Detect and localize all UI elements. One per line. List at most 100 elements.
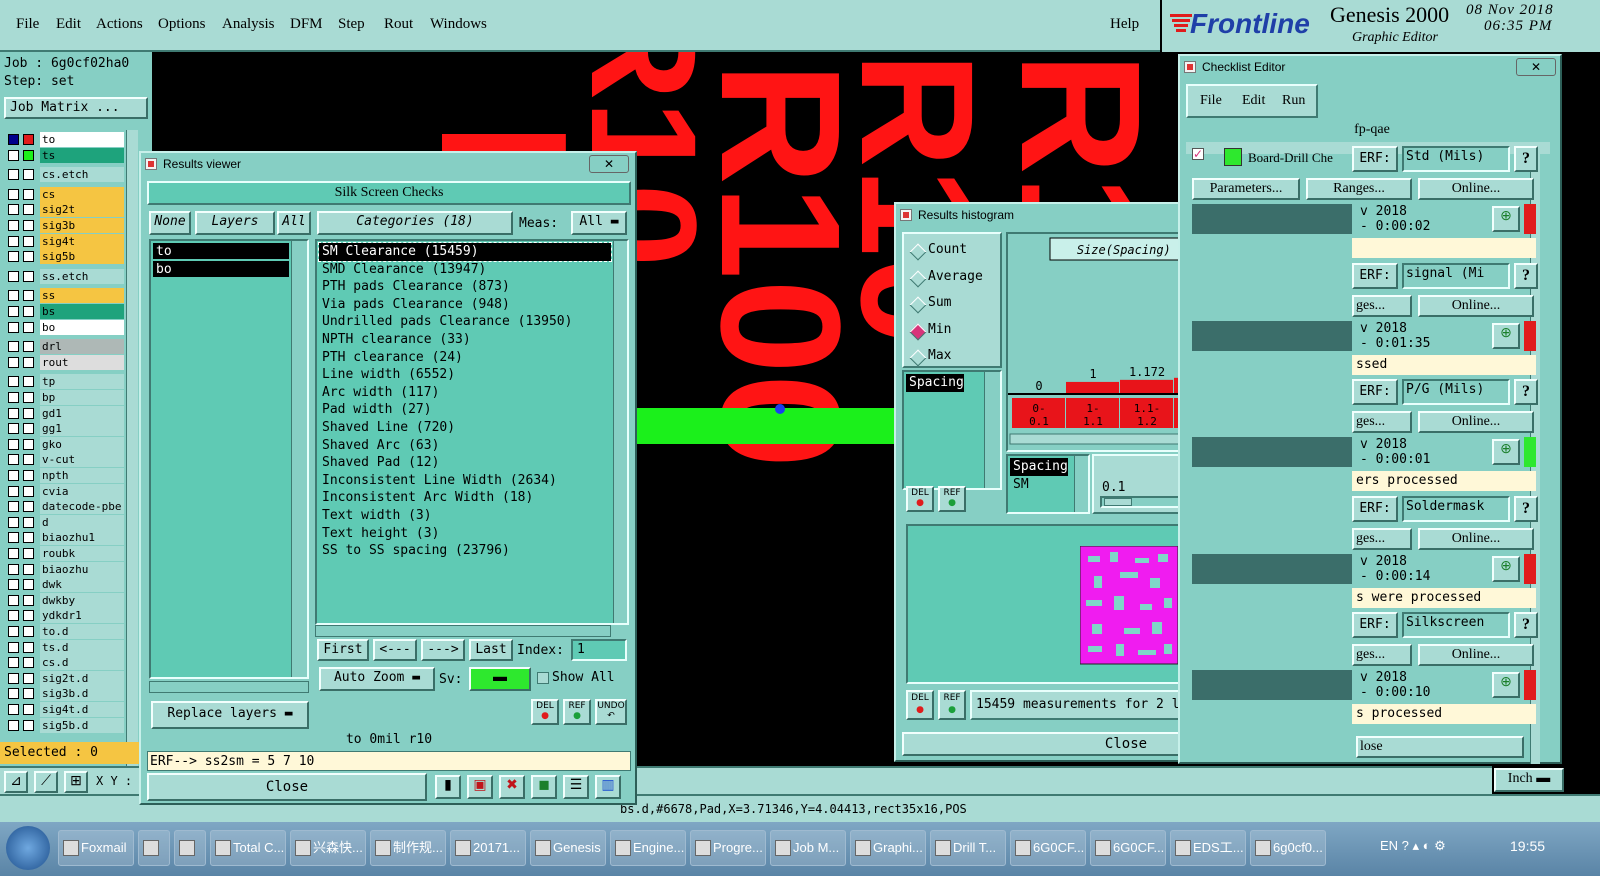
layer-display-checkbox[interactable] [23,392,34,403]
help-icon[interactable]: ? [1514,146,1538,172]
auto-zoom-select[interactable]: Auto Zoom ▬ [319,667,435,691]
close-icon[interactable]: ✕ [1516,58,1556,76]
category-item[interactable]: Undrilled pads Clearance (13950) [319,313,611,331]
layer-row[interactable]: cvia [6,483,124,499]
ranges-button[interactable]: Ranges... [1306,178,1412,200]
layer-row[interactable]: gg1 [6,421,124,437]
menu-step[interactable]: Step [338,16,365,33]
layer-affected-checkbox[interactable] [8,392,19,403]
ref-button[interactable]: REF ● [563,699,591,725]
layer-affected-checkbox[interactable] [8,149,19,161]
layer-display-checkbox[interactable] [23,321,34,333]
layer-list-scrollbar[interactable] [126,130,138,785]
erf-value[interactable]: P/G (Mils) [1402,379,1510,405]
layer-display-checkbox[interactable] [23,516,34,528]
layer-display-checkbox[interactable] [23,485,34,497]
layer-display-checkbox[interactable] [23,688,34,700]
erf-button[interactable]: ERF: [1352,495,1398,522]
category-item[interactable]: Arc width (117) [319,384,611,402]
menu-options[interactable]: Options [158,16,206,33]
layer-row[interactable]: sig3b [6,218,124,233]
layer-row[interactable]: bo [6,319,124,335]
layer-row[interactable]: v-cut [6,452,124,468]
job-matrix-button[interactable]: Job Matrix ... [4,97,148,119]
layer-row[interactable]: ts [6,147,124,163]
layer-row[interactable]: sig2t.d [6,670,124,686]
layer-display-checkbox[interactable] [23,579,34,591]
category-item[interactable]: PTH pads Clearance (873) [319,278,611,296]
layer-result-list[interactable]: to bo [149,239,309,679]
layer-display-checkbox[interactable] [23,376,34,388]
menu-dfm[interactable]: DFM [290,16,323,33]
layer-affected-checkbox[interactable] [8,169,19,181]
layer-affected-checkbox[interactable] [8,563,19,575]
layer-affected-checkbox[interactable] [8,270,19,282]
layer-affected-checkbox[interactable] [8,220,19,231]
layer-display-checkbox[interactable] [23,438,34,450]
layer-row[interactable]: npth [6,468,124,483]
layer-display-checkbox[interactable] [23,641,34,653]
category-item[interactable]: Text width (3) [319,507,611,525]
layer-affected-checkbox[interactable] [8,423,19,435]
erf-button[interactable]: ERF: [1352,379,1398,405]
parameters-button[interactable]: Parameters... [1192,178,1300,200]
layer-display-checkbox[interactable] [23,470,34,481]
taskbar-item[interactable]: 兴森快... [290,830,366,866]
help-icon[interactable]: ? [1514,612,1538,638]
taskbar-item[interactable]: Job M... [770,830,846,866]
category-list-vscroll[interactable] [613,241,627,623]
layer-affected-checkbox[interactable] [8,407,19,419]
field-list[interactable]: Spacing SM [1006,454,1090,514]
zoom-in-icon[interactable]: ⊕ [1492,206,1520,232]
index-input[interactable]: 1 [571,639,627,661]
layer-affected-checkbox[interactable] [8,290,19,302]
mode-average-radio[interactable] [909,270,927,287]
layer-affected-checkbox[interactable] [8,641,19,653]
category-item[interactable]: PTH clearance (24) [319,349,611,367]
mode-min-radio[interactable] [909,323,927,340]
layer-row[interactable]: sig4t.d [6,702,124,717]
layer-affected-checkbox[interactable] [8,321,19,333]
menu-edit[interactable]: Edit [56,16,81,33]
layer-row[interactable]: bp [6,390,124,405]
category-item[interactable]: Shaved Pad (12) [319,454,611,472]
erf-button[interactable]: ERF: [1352,262,1398,289]
layer-row[interactable]: sig5b [6,249,124,265]
layer-display-checkbox[interactable] [23,204,34,216]
category-item[interactable]: Inconsistent Line Width (2634) [319,472,611,490]
zoom-in-icon[interactable]: ⊕ [1492,555,1520,582]
layer-display-checkbox[interactable] [23,672,34,684]
category-item[interactable]: SMD Clearance (13947) [319,261,611,279]
none-button[interactable]: None [149,211,191,235]
layer-affected-checkbox[interactable] [8,516,19,528]
category-item[interactable]: SS to SS spacing (23796) [319,542,611,560]
histogram-icon[interactable]: ▥ [595,775,621,799]
layer-display-checkbox[interactable] [23,169,34,181]
layer-display-checkbox[interactable] [23,251,34,263]
layer-affected-checkbox[interactable] [8,438,19,450]
layer-row[interactable]: sig3b.d [6,686,124,702]
last-button[interactable]: Last [469,639,513,661]
layer-row[interactable]: cs.d [6,655,124,671]
layer-row[interactable]: dwk [6,577,124,593]
layer-row[interactable]: sig2t [6,202,124,218]
layer-list-hscroll[interactable] [149,681,309,693]
layer-affected-checkbox[interactable] [8,610,19,622]
layer-display-checkbox[interactable] [23,306,34,317]
layer-affected-checkbox[interactable] [8,719,19,731]
layer-row[interactable]: cs.etch [6,167,124,183]
del-button[interactable]: DEL ● [531,699,559,725]
layer-row[interactable]: roubk [6,546,124,561]
online-button[interactable]: Online... [1418,527,1534,550]
layer-affected-checkbox[interactable] [8,204,19,216]
ranges-button[interactable]: ges... [1352,411,1412,433]
layer-display-checkbox[interactable] [23,626,34,637]
category-item[interactable]: Inconsistent Arc Width (18) [319,489,611,507]
layer-affected-checkbox[interactable] [8,548,19,559]
layer-affected-checkbox[interactable] [8,657,19,669]
taskbar-item[interactable]: Genesis [530,830,606,866]
layer-display-checkbox[interactable] [23,532,34,544]
layer-row[interactable]: dwkby [6,592,124,608]
menu-analysis[interactable]: Analysis [222,16,275,33]
menu-help[interactable]: Help [1110,16,1139,33]
